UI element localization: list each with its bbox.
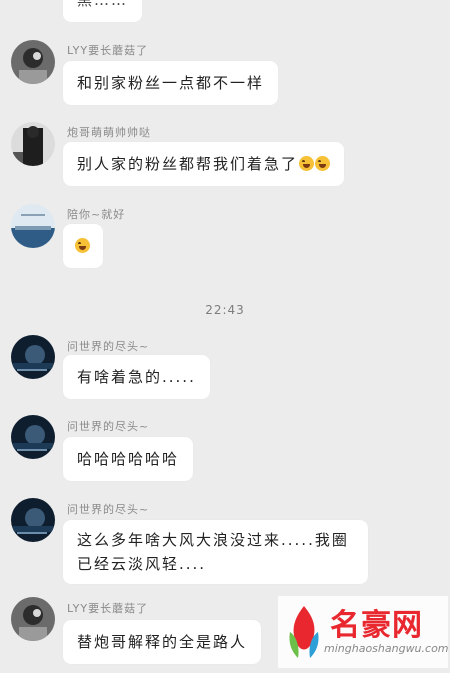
sender-name: LYY要长蘑菇了 xyxy=(67,602,149,615)
message-bubble[interactable]: 黑…… xyxy=(63,0,143,22)
avatar[interactable] xyxy=(11,122,55,166)
message-text: 别人家的粉丝都帮我们着急了 xyxy=(77,155,299,173)
watermark-logo-icon xyxy=(289,606,319,658)
message-bubble[interactable]: 哈哈哈哈哈哈 xyxy=(63,437,194,481)
message-text: 和别家粉丝一点都不一样 xyxy=(77,74,265,92)
avatar[interactable] xyxy=(11,415,55,459)
sender-name: 问世界的尽头~ xyxy=(67,420,150,433)
message-bubble[interactable]: 别人家的粉丝都帮我们着急了 xyxy=(63,142,345,186)
avatar[interactable] xyxy=(11,40,55,84)
laughing-emoji-icon xyxy=(75,238,90,253)
sender-name: 问世界的尽头~ xyxy=(67,503,150,516)
laughing-emoji-icon xyxy=(299,156,315,171)
chat-window: 黑…… LYY要长蘑菇了 和别家粉丝一点都不一样 炮哥萌萌帅帅哒 别人家的粉丝都… xyxy=(0,0,450,673)
avatar[interactable] xyxy=(11,498,55,542)
watermark-title: 名豪网 xyxy=(330,608,423,643)
avatar[interactable] xyxy=(11,204,55,248)
sender-name: 问世界的尽头~ xyxy=(67,340,150,353)
message-text: 替炮哥解释的全是路人 xyxy=(77,633,248,651)
avatar[interactable] xyxy=(11,597,55,641)
message-bubble[interactable]: 替炮哥解释的全是路人 xyxy=(63,620,262,664)
message-text: 哈哈哈哈哈哈 xyxy=(77,450,180,468)
timestamp: 22:43 xyxy=(205,303,245,317)
watermark: 名豪网 minghaoshangwu.com xyxy=(278,596,449,668)
message-text: 黑…… xyxy=(77,0,129,9)
message-bubble[interactable]: 有啥着急的..... xyxy=(63,355,210,399)
watermark-url: minghaoshangwu.com xyxy=(324,642,449,655)
sender-name: 炮哥萌萌帅帅哒 xyxy=(67,126,151,139)
message-bubble[interactable]: 和别家粉丝一点都不一样 xyxy=(63,61,279,105)
sender-name: 陪你~就好 xyxy=(67,208,126,221)
avatar[interactable] xyxy=(11,335,55,379)
sender-name: LYY要长蘑菇了 xyxy=(67,44,149,57)
message-bubble[interactable] xyxy=(63,224,103,268)
message-text: 这么多年啥大风大浪没过来.....我圈已经云淡风轻.... xyxy=(77,531,349,573)
laughing-emoji-icon xyxy=(315,156,331,171)
message-bubble[interactable]: 这么多年啥大风大浪没过来.....我圈已经云淡风轻.... xyxy=(63,520,368,584)
message-text: 有啥着急的..... xyxy=(77,368,196,386)
